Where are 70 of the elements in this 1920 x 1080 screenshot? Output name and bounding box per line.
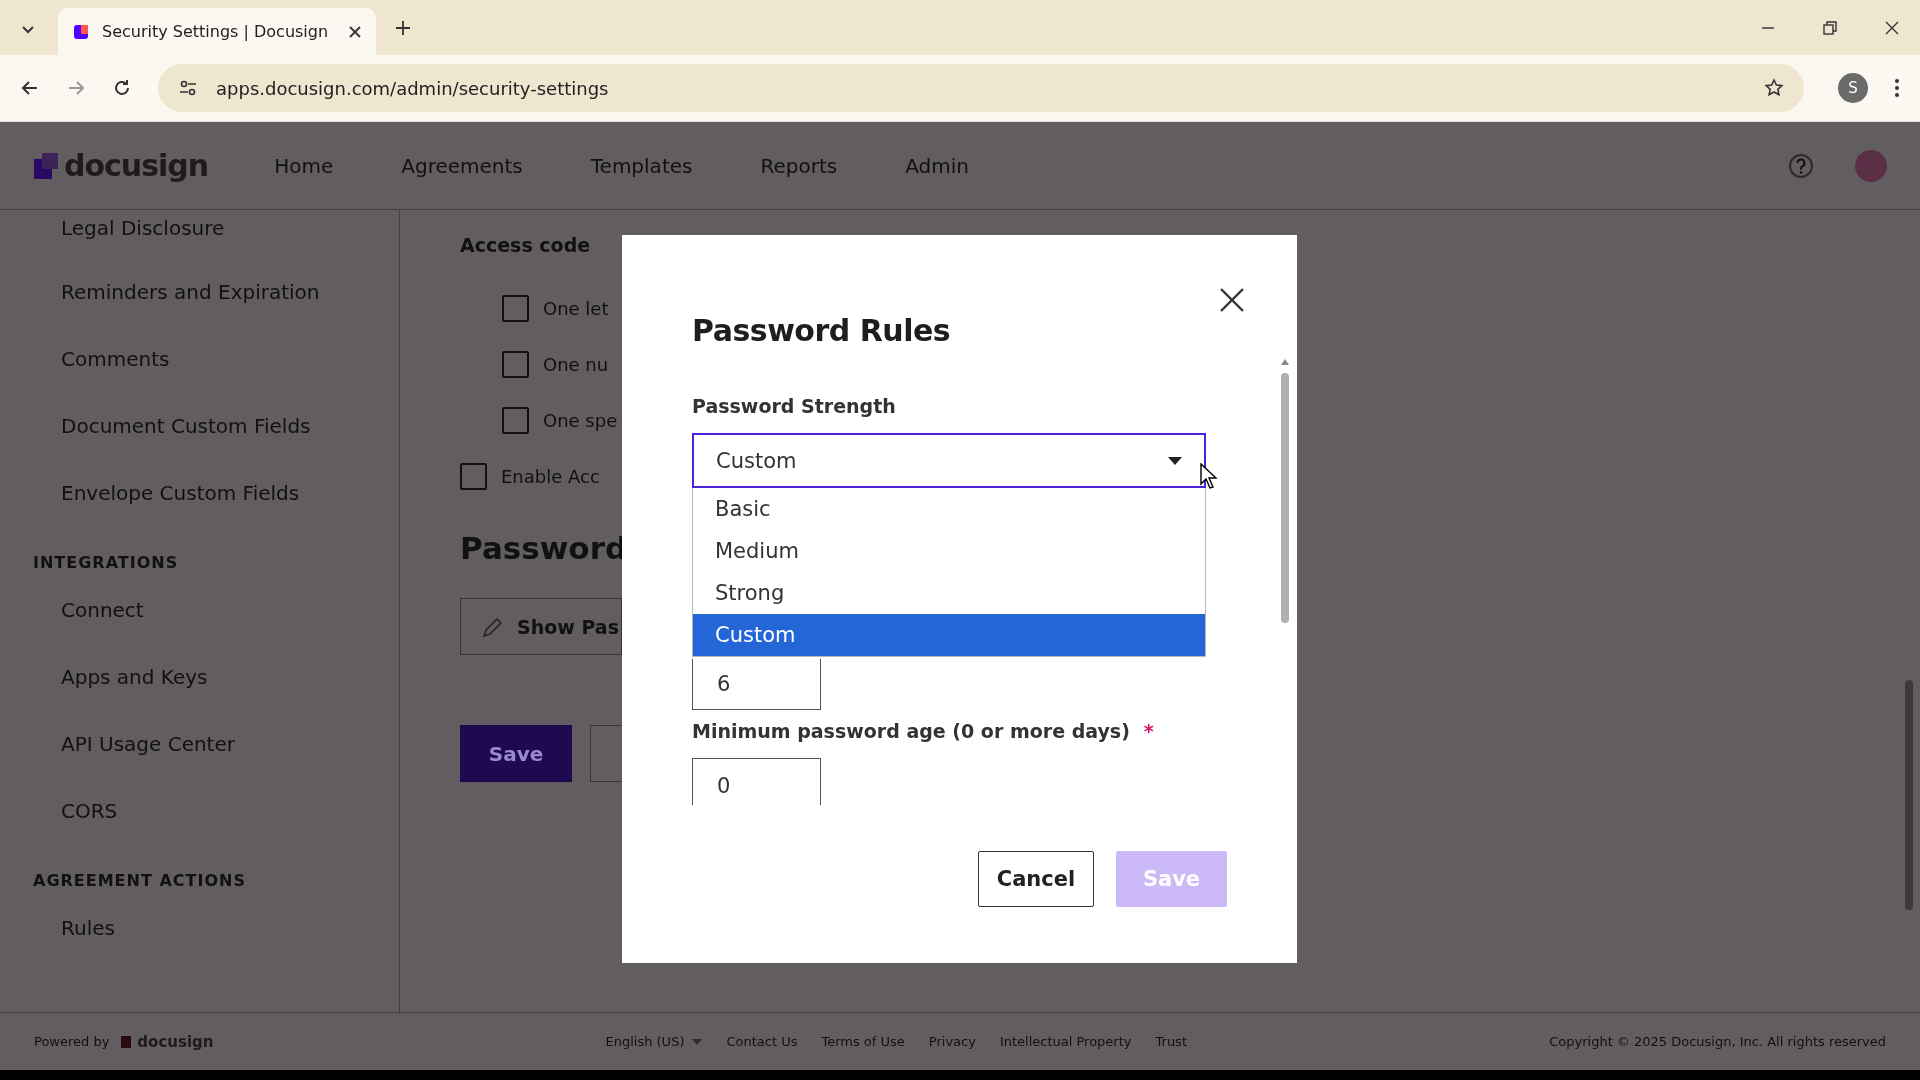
profile-avatar[interactable]: S [1838,73,1868,103]
nav-link[interactable]: Reports [760,153,838,178]
footer-link[interactable]: Terms of Use [821,1034,905,1049]
mouse-cursor-icon [1200,463,1218,489]
nav-link[interactable]: Home [274,153,334,178]
section-heading: INTEGRATIONS [33,552,180,574]
logo-icon [121,1035,132,1048]
close-icon[interactable] [348,24,362,39]
checkbox[interactable] [460,462,487,490]
close-icon[interactable] [1884,19,1900,36]
footer-link[interactable]: Trust [1155,1034,1187,1049]
required-mark: * [1143,720,1154,742]
close-icon[interactable] [1219,287,1245,313]
sidebar-item[interactable]: Legal Disclosure [33,210,399,250]
browser-tab[interactable]: Security Settings | Docusign [58,8,376,55]
footer-link[interactable]: Privacy [928,1034,976,1049]
number-input[interactable]: 6 [692,659,821,710]
copyright-text: Copyright © 2025 Docusign, Inc. All rights reserved [1549,1034,1886,1049]
nav-link[interactable]: Admin [905,153,969,178]
caret-icon [692,1037,703,1046]
logo-icon [34,152,58,179]
field-label: Minimum password age (0 or more days) [692,720,1130,742]
footer-link[interactable]: Intellectual Property [999,1034,1132,1049]
help-icon[interactable] [1788,152,1814,179]
checkbox-label: Enable Acc [501,465,600,487]
restore-icon[interactable] [1822,19,1838,36]
section-title: Password [460,530,628,566]
sidebar-item[interactable]: Document Custom Fields [33,392,399,459]
address-bar[interactable]: apps.docusign.com/admin/security-settings [158,64,1804,112]
save-button[interactable]: Save [460,725,572,782]
sidebar-item[interactable]: Connect [33,576,399,643]
sidebar-item[interactable]: Envelope Custom Fields [33,459,399,526]
tab-title: Security Settings | Docusign [102,22,330,41]
nav-link[interactable]: Agreements [401,153,523,178]
password-strength-dropdown[interactable]: Custom [692,433,1206,488]
checkbox[interactable] [502,406,529,434]
dropdown-option[interactable]: Custom [693,614,1205,656]
sidebar-item[interactable]: CORS [33,777,399,844]
checkbox[interactable] [502,350,529,378]
caret-icon [1168,456,1182,465]
footer-logo-text: docusign [137,1032,214,1051]
sidebar-item[interactable]: Comments [33,325,399,392]
checkbox-label: One nu [543,353,609,375]
footer-link[interactable]: Contact Us [726,1034,798,1049]
field-label: Password Strength [692,395,897,417]
url-text: apps.docusign.com/admin/security-settings [216,77,609,99]
section-heading: AGREEMENT ACTIONS [33,870,247,892]
new-tab-icon[interactable] [394,19,412,37]
section-label: Access code [460,234,591,256]
site-logo-icon [72,22,90,41]
more-menu-icon[interactable] [1894,78,1900,98]
checkbox-label: One let [543,297,609,319]
nav-link[interactable]: Templates [590,153,693,178]
site-settings-icon [178,78,198,98]
powered-by-text: Powered by [34,1034,110,1049]
logo-text: docusign [64,148,209,183]
scrollbar-thumb-icon [1904,680,1914,910]
checkbox[interactable] [502,294,529,322]
sidebar-item[interactable]: Reminders and Expiration [33,258,399,325]
bookmark-star-icon[interactable] [1764,78,1784,98]
dialog-title: Password Rules [692,313,951,348]
checkbox-label: One spe [543,409,618,431]
sidebar-item[interactable]: Apps and Keys [33,643,399,710]
reload-icon[interactable] [112,78,132,98]
language-selector[interactable]: English (US) [605,1034,685,1049]
sidebar-item[interactable]: Rules [33,894,399,961]
sidebar-item[interactable]: API Usage Center [33,710,399,777]
cancel-button[interactable]: Cancel [978,851,1094,907]
show-password-button[interactable]: Show Pas [460,598,622,655]
number-input[interactable]: 0 [692,758,821,805]
